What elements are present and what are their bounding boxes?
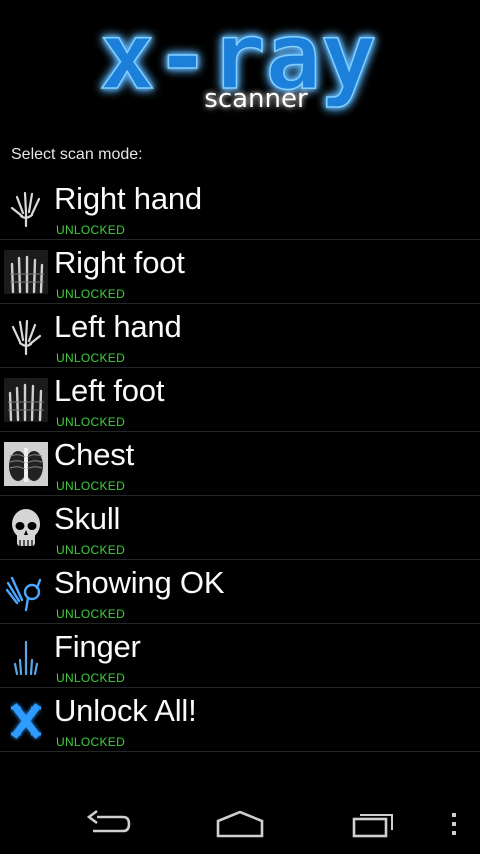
right-hand-xray-icon xyxy=(4,186,48,230)
recents-icon[interactable] xyxy=(344,802,404,846)
app-logo: x-ray scanner xyxy=(0,0,480,130)
system-navbar xyxy=(0,794,480,854)
section-label: Select scan mode: xyxy=(11,146,143,163)
mode-title: Right hand xyxy=(54,181,202,216)
mode-item-right-foot[interactable]: Right foot UNLOCKED xyxy=(0,240,480,304)
mode-status: UNLOCKED xyxy=(56,351,126,365)
mode-status: UNLOCKED xyxy=(56,607,126,621)
mode-item-chest[interactable]: Chest UNLOCKED xyxy=(0,432,480,496)
mode-title: Right foot xyxy=(54,245,185,280)
mode-title: Showing OK xyxy=(54,565,225,600)
left-hand-xray-icon xyxy=(4,314,48,358)
mode-item-skull[interactable]: Skull UNLOCKED xyxy=(0,496,480,560)
mode-status: UNLOCKED xyxy=(56,735,126,749)
mode-item-right-hand[interactable]: Right hand UNLOCKED xyxy=(0,176,480,240)
mode-item-showing-ok[interactable]: Showing OK UNLOCKED xyxy=(0,560,480,624)
mode-status: UNLOCKED xyxy=(56,415,126,429)
right-foot-xray-icon xyxy=(4,250,48,294)
scan-mode-list: Right hand UNLOCKED Right foot UNLOCKED xyxy=(0,176,480,752)
finger-xray-icon xyxy=(4,634,48,678)
mode-title: Finger xyxy=(54,629,141,664)
mode-item-left-foot[interactable]: Left foot UNLOCKED xyxy=(0,368,480,432)
mode-title: Unlock All! xyxy=(54,693,197,728)
mode-title: Left hand xyxy=(54,309,182,344)
back-icon[interactable] xyxy=(77,802,137,846)
mode-status: UNLOCKED xyxy=(56,287,126,301)
mode-title: Skull xyxy=(54,501,121,536)
chest-xray-icon xyxy=(4,442,48,486)
mode-item-unlock-all[interactable]: Unlock All! UNLOCKED xyxy=(0,688,480,752)
skull-xray-icon xyxy=(4,506,48,550)
mode-title: Left foot xyxy=(54,373,165,408)
mode-item-left-hand[interactable]: Left hand UNLOCKED xyxy=(0,304,480,368)
home-icon[interactable] xyxy=(210,802,270,846)
mode-status: UNLOCKED xyxy=(56,671,126,685)
logo-sub-text: scanner xyxy=(204,84,308,114)
mode-status: UNLOCKED xyxy=(56,479,126,493)
ok-hand-xray-icon xyxy=(4,570,48,614)
x-logo-icon xyxy=(4,698,48,742)
left-foot-xray-icon xyxy=(4,378,48,422)
mode-title: Chest xyxy=(54,437,134,472)
mode-status: UNLOCKED xyxy=(56,543,126,557)
mode-item-finger[interactable]: Finger UNLOCKED xyxy=(0,624,480,688)
overflow-menu-icon[interactable] xyxy=(424,802,480,846)
mode-status: UNLOCKED xyxy=(56,223,126,237)
